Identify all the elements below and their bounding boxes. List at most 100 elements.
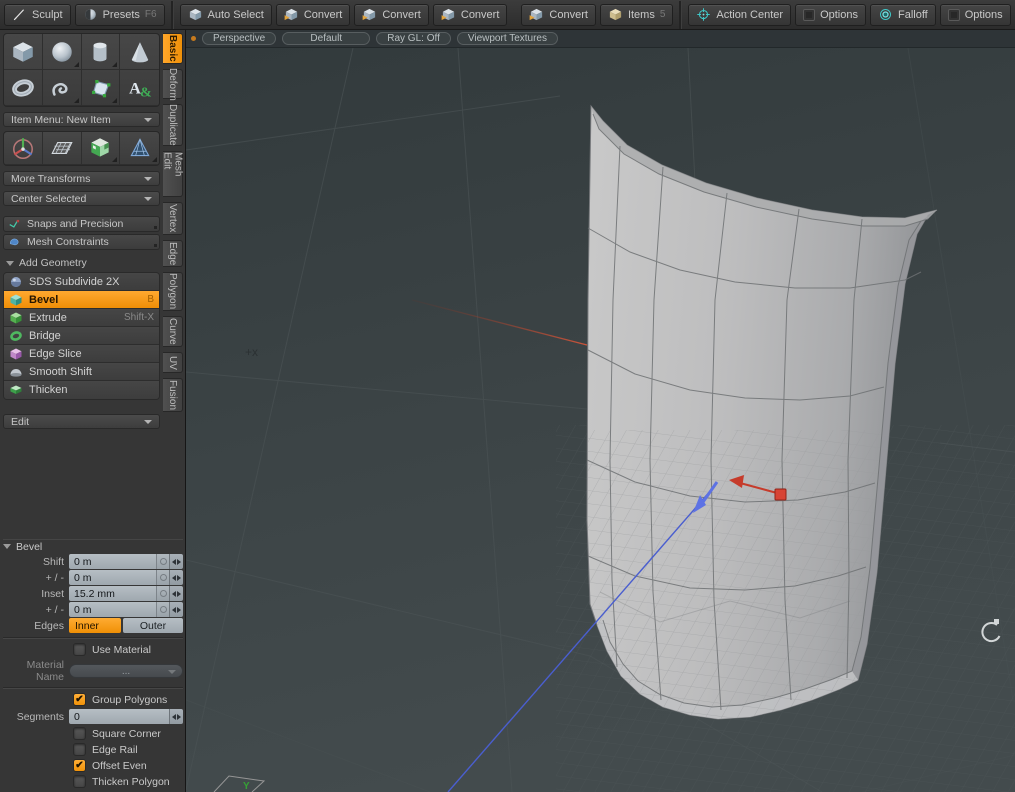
edge-rail-label: Edge Rail (92, 744, 138, 756)
gyro-tool-button[interactable] (4, 132, 43, 165)
bevel-icon (9, 293, 23, 307)
edges-segmented-control: Inner Outer (69, 618, 183, 633)
tool-label: Extrude (29, 312, 67, 324)
edges-outer-option[interactable]: Outer (123, 618, 183, 633)
mesh-constraints-button[interactable]: Mesh Constraints (3, 234, 160, 250)
cone-primitive-button[interactable] (120, 34, 159, 70)
edit-dropdown[interactable]: Edit (3, 414, 160, 429)
polygon-pen-button[interactable] (82, 70, 121, 106)
thicken-polygon-checkbox[interactable] (73, 775, 86, 788)
material-name-dropdown[interactable]: ... (69, 664, 183, 678)
offset-even-checkbox[interactable] (73, 759, 86, 772)
shift-dial[interactable] (156, 554, 169, 569)
sds-subdivide-item[interactable]: SDS Subdivide 2X (4, 273, 159, 291)
presets-label: Presets (103, 9, 140, 21)
thicken-item[interactable]: Thicken (4, 381, 159, 399)
convert-button-1[interactable]: Convert (276, 4, 351, 26)
inset-input[interactable]: 15.2 mm (69, 586, 156, 601)
edge-rail-checkbox[interactable] (73, 743, 86, 756)
items-button[interactable]: Items 5 (600, 4, 673, 26)
red-square-handle[interactable] (775, 489, 786, 500)
tab-uv[interactable]: UV (163, 352, 183, 373)
bevel-panel-header[interactable]: Bevel (3, 539, 183, 553)
square-corner-checkbox[interactable] (73, 727, 86, 740)
tool-label: Edge Slice (29, 348, 82, 360)
segments-spinner[interactable] (169, 709, 183, 724)
ray-gl-pill[interactable]: Ray GL: Off (376, 32, 451, 45)
viewport-canvas[interactable]: +x (186, 48, 1015, 792)
square-corner-label: Square Corner (92, 728, 161, 740)
tool-label: SDS Subdivide 2X (29, 276, 120, 288)
offset-even-label: Offset Even (92, 760, 147, 772)
falloff-button[interactable]: Falloff (870, 4, 936, 26)
helix-primitive-button[interactable] (43, 70, 82, 106)
item-menu-dropdown[interactable]: Item Menu: New Item (3, 112, 160, 127)
falloff-options-button[interactable]: Options (940, 4, 1011, 26)
tab-duplicate[interactable]: Duplicate (163, 104, 183, 146)
convert-label: Convert (382, 9, 421, 21)
add-geometry-header[interactable]: Add Geometry (3, 256, 160, 270)
center-selected-dropdown[interactable]: Center Selected (3, 191, 160, 206)
use-material-checkbox[interactable] (73, 643, 86, 656)
inset-variance-dial[interactable] (156, 602, 169, 617)
shift-spinner[interactable] (169, 554, 183, 569)
shift-input[interactable]: 0 m (69, 554, 156, 569)
group-polygons-checkbox[interactable] (73, 693, 86, 706)
tab-mesh-edit[interactable]: Mesh Edit (163, 151, 183, 197)
cylinder-primitive-button[interactable] (82, 34, 121, 70)
shift-variance-dial[interactable] (156, 570, 169, 585)
options-label: Options (965, 9, 1003, 21)
center-selected-label: Center Selected (11, 193, 86, 205)
inset-dial[interactable] (156, 586, 169, 601)
viewport-state-dot (191, 36, 196, 41)
tool-label: Bridge (29, 330, 61, 342)
text-tool-button[interactable] (120, 70, 159, 106)
sphere-icon (83, 7, 98, 22)
shift-variance-spinner[interactable] (169, 570, 183, 585)
uv-cube-tool-button[interactable] (82, 132, 121, 165)
smooth-shift-item[interactable]: Smooth Shift (4, 363, 159, 381)
edge-slice-item[interactable]: Edge Slice (4, 345, 159, 363)
auto-select-button[interactable]: Auto Select (180, 4, 272, 26)
viewport-header: Perspective Default Ray GL: Off Viewport… (186, 30, 1015, 48)
perspective-pill[interactable]: Perspective (202, 32, 276, 45)
cube-primitive-button[interactable] (4, 34, 43, 70)
action-center-label: Action Center (716, 9, 783, 21)
sphere-primitive-button[interactable] (43, 34, 82, 70)
more-transforms-label: More Transforms (11, 173, 90, 185)
tab-edge[interactable]: Edge (163, 240, 183, 267)
shading-default-pill[interactable]: Default (282, 32, 370, 45)
torus-primitive-button[interactable] (4, 70, 43, 106)
viewport-textures-pill[interactable]: Viewport Textures (457, 32, 558, 45)
segments-row: Segments 0 (3, 709, 183, 724)
action-center-options-button[interactable]: Options (795, 4, 866, 26)
edges-inner-option[interactable]: Inner (69, 618, 121, 633)
tab-deform[interactable]: Deform (163, 69, 183, 99)
extrude-item[interactable]: Extrude Shift-X (4, 309, 159, 327)
tab-curve[interactable]: Curve (163, 316, 183, 347)
tab-vertex[interactable]: Vertex (163, 202, 183, 235)
tab-basic[interactable]: Basic (163, 33, 183, 64)
convert-button-4[interactable]: Convert (521, 4, 596, 26)
segments-input[interactable]: 0 (69, 709, 169, 724)
snaps-and-precision-button[interactable]: Snaps and Precision (3, 216, 160, 232)
shift-variance-input[interactable]: 0 m (69, 570, 156, 585)
inset-spinner[interactable] (169, 586, 183, 601)
sculpt-button[interactable]: Sculpt (4, 4, 71, 26)
wedge-tool-button[interactable] (120, 132, 159, 165)
3d-viewport[interactable]: +x (186, 48, 1015, 792)
action-center-button[interactable]: Action Center (688, 4, 791, 26)
cube-convert-icon (441, 7, 456, 22)
bevel-item[interactable]: Bevel B (4, 291, 159, 309)
grid-plane-tool-button[interactable] (43, 132, 82, 165)
tab-fusion[interactable]: Fusion (163, 378, 183, 412)
tab-polygon[interactable]: Polygon (163, 272, 183, 311)
convert-button-2[interactable]: Convert (354, 4, 429, 26)
bridge-item[interactable]: Bridge (4, 327, 159, 345)
shift-row: Shift 0 m (3, 554, 183, 569)
convert-button-3[interactable]: Convert (433, 4, 508, 26)
presets-button[interactable]: Presets F6 (75, 4, 165, 26)
inset-variance-spinner[interactable] (169, 602, 183, 617)
inset-variance-input[interactable]: 0 m (69, 602, 156, 617)
more-transforms-dropdown[interactable]: More Transforms (3, 171, 160, 186)
